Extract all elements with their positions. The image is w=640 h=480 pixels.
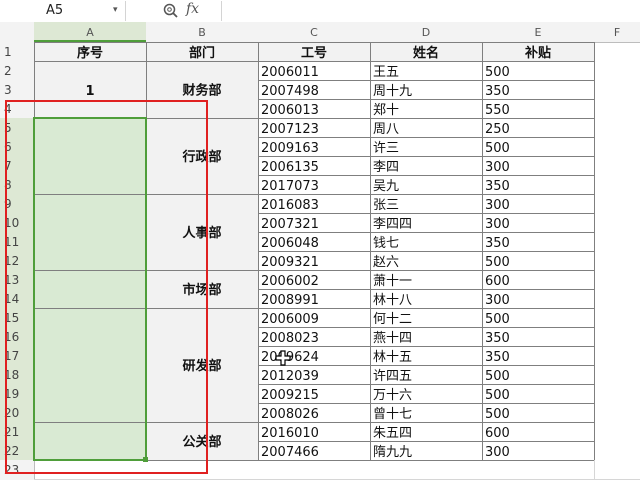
allowance-cell[interactable]: 350 xyxy=(485,179,510,194)
employee-name-cell[interactable]: 张三 xyxy=(373,198,399,213)
allowance-cell[interactable]: 300 xyxy=(485,198,510,213)
table-header-4: 姓名 xyxy=(412,45,439,61)
department-cell[interactable]: 财务部 xyxy=(182,83,221,99)
allowance-cell[interactable]: 300 xyxy=(485,445,510,460)
employee-id-cell[interactable]: 2007123 xyxy=(261,122,319,137)
column-header-b[interactable]: B xyxy=(198,26,206,39)
row-header-1[interactable]: 1 xyxy=(4,45,12,59)
employee-name-cell[interactable]: 钱七 xyxy=(373,236,399,251)
column-header-c[interactable]: C xyxy=(310,26,318,39)
column-header-d[interactable]: D xyxy=(422,26,430,39)
allowance-cell[interactable]: 550 xyxy=(485,103,510,118)
spreadsheet-grid[interactable]: A B C D E F1234567891011121314151617181920212… xyxy=(0,0,640,480)
department-cell[interactable]: 行政部 xyxy=(181,149,221,165)
employee-name-cell[interactable]: 隋九九 xyxy=(373,445,412,460)
employee-name-cell[interactable]: 朱五四 xyxy=(373,426,412,441)
allowance-cell[interactable]: 500 xyxy=(485,388,510,403)
table-header-5: 补贴 xyxy=(524,45,551,61)
employee-name-cell[interactable]: 赵六 xyxy=(373,255,399,270)
employee-name-cell[interactable]: 燕十四 xyxy=(373,331,412,346)
employee-id-cell[interactable]: 2006013 xyxy=(261,103,319,118)
employee-id-cell[interactable]: 2009215 xyxy=(261,388,319,403)
row-header-3[interactable]: 3 xyxy=(4,83,12,97)
allowance-cell[interactable]: 600 xyxy=(485,274,510,289)
employee-id-cell[interactable]: 2009163 xyxy=(261,141,319,156)
employee-name-cell[interactable]: 周八 xyxy=(373,122,399,137)
employee-id-cell[interactable]: 2008991 xyxy=(261,293,319,308)
allowance-cell[interactable]: 300 xyxy=(485,217,510,232)
allowance-cell[interactable]: 350 xyxy=(485,331,510,346)
employee-name-cell[interactable]: 林十五 xyxy=(373,350,412,365)
employee-name-cell[interactable]: 吴九 xyxy=(373,179,399,194)
employee-id-cell[interactable]: 2017073 xyxy=(261,179,319,194)
employee-id-cell[interactable]: 2012039 xyxy=(261,369,319,384)
allowance-cell[interactable]: 350 xyxy=(485,350,510,365)
employee-name-cell[interactable]: 李四四 xyxy=(373,217,412,232)
employee-id-cell[interactable]: 2008026 xyxy=(261,407,319,422)
employee-id-cell[interactable]: 2006048 xyxy=(261,236,319,251)
allowance-cell[interactable]: 500 xyxy=(485,369,510,384)
column-header-e[interactable]: E xyxy=(535,26,542,39)
employee-id-cell[interactable]: 2007466 xyxy=(261,445,319,460)
allowance-cell[interactable]: 300 xyxy=(485,293,510,308)
department-cell[interactable]: 公关部 xyxy=(182,434,221,450)
employee-id-cell[interactable]: 2009321 xyxy=(261,255,319,270)
selection-fill xyxy=(34,118,146,460)
employee-name-cell[interactable]: 周十九 xyxy=(373,84,412,99)
column-header-f[interactable]: F xyxy=(614,26,620,39)
allowance-cell[interactable]: 350 xyxy=(485,84,510,99)
department-cell[interactable]: 研发部 xyxy=(182,358,221,374)
employee-id-cell[interactable]: 2006009 xyxy=(261,312,319,327)
allowance-cell[interactable]: 500 xyxy=(485,312,510,327)
allowance-cell[interactable]: 500 xyxy=(485,407,510,422)
employee-name-cell[interactable]: 林十八 xyxy=(373,293,412,308)
allowance-cell[interactable]: 600 xyxy=(485,426,510,441)
employee-id-cell[interactable]: 2007498 xyxy=(261,84,319,99)
employee-id-cell[interactable]: 2008023 xyxy=(261,331,319,346)
table-header-1: 序号 xyxy=(77,45,103,61)
employee-name-cell[interactable]: 郑十 xyxy=(373,103,399,118)
row-header-2[interactable]: 2 xyxy=(4,64,12,78)
employee-name-cell[interactable]: 萧十一 xyxy=(373,274,412,289)
column-header-a[interactable]: A xyxy=(86,26,94,39)
employee-name-cell[interactable]: 李四 xyxy=(373,160,399,175)
employee-id-cell[interactable]: 2006135 xyxy=(261,160,319,175)
employee-name-cell[interactable]: 王五 xyxy=(373,65,399,80)
employee-name-cell[interactable]: 许四五 xyxy=(373,369,412,384)
employee-id-cell[interactable]: 2007321 xyxy=(261,217,319,232)
table-header-2: 部门 xyxy=(189,45,215,61)
department-cell[interactable]: 人事部 xyxy=(182,225,221,241)
employee-id-cell[interactable]: 2016083 xyxy=(261,198,319,213)
allowance-cell[interactable]: 350 xyxy=(485,236,510,251)
serial-number-cell[interactable]: 1 xyxy=(85,84,94,99)
employee-name-cell[interactable]: 万十六 xyxy=(373,388,412,403)
fill-handle[interactable] xyxy=(143,457,148,462)
allowance-cell[interactable]: 500 xyxy=(485,141,510,156)
table-header-3: 工号 xyxy=(301,46,327,61)
allowance-cell[interactable]: 250 xyxy=(485,122,510,137)
allowance-cell[interactable]: 300 xyxy=(485,160,510,175)
department-cell[interactable]: 市场部 xyxy=(182,282,221,298)
employee-id-cell[interactable]: 2006011 xyxy=(261,65,319,80)
employee-id-cell[interactable]: 2016010 xyxy=(261,426,319,441)
allowance-cell[interactable]: 500 xyxy=(485,255,510,270)
employee-name-cell[interactable]: 何十二 xyxy=(373,311,412,327)
allowance-cell[interactable]: 500 xyxy=(485,65,510,80)
employee-name-cell[interactable]: 许三 xyxy=(373,141,399,156)
employee-name-cell[interactable]: 曾十七 xyxy=(373,407,412,422)
employee-id-cell[interactable]: 2006002 xyxy=(261,274,319,289)
